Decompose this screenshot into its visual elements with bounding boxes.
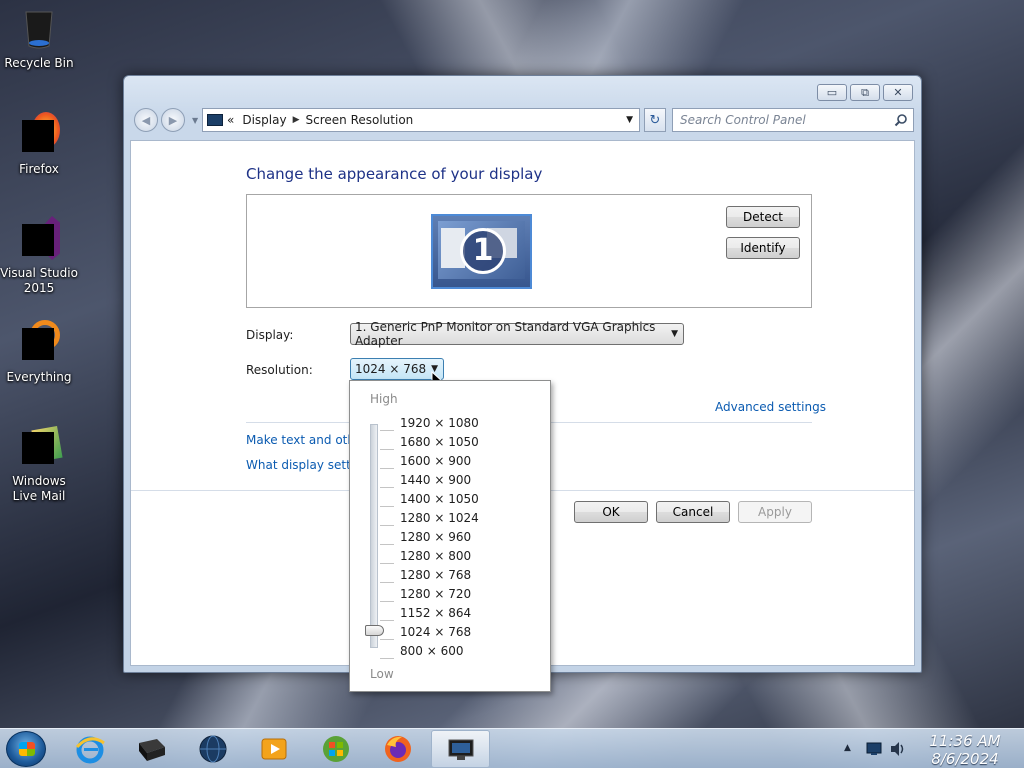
desktop-icon-windows-live-mail[interactable]: Windows Live Mail — [0, 424, 78, 504]
high-label: High — [370, 392, 398, 406]
firefox-icon[interactable] — [382, 733, 414, 765]
ok-button[interactable]: OK — [574, 501, 648, 523]
windows-logo-icon — [19, 742, 35, 756]
desktop-icon-label: Everything — [6, 370, 72, 384]
clock-time: 11:36 AM — [929, 732, 1001, 750]
recycle-bin-icon — [16, 6, 62, 52]
breadcrumb-overflow[interactable]: « — [227, 113, 234, 127]
resolution-dropdown[interactable]: High 1920 × 1080 1680 × 1050 1600 × 900 … — [349, 380, 551, 692]
visual-studio-icon — [16, 216, 62, 262]
resolution-select-value: 1024 × 768 — [355, 362, 427, 376]
navigation-bar: ◀ ▶ ▼ « Display ▶ Screen Resolution ▼ ↻ … — [132, 106, 914, 134]
desktop-icon-everything[interactable]: Everything — [0, 320, 78, 385]
close-button[interactable]: ✕ — [883, 84, 913, 101]
slider-tick — [380, 430, 394, 431]
desktop-icon-label: Windows Live Mail — [12, 474, 66, 503]
address-history-arrow[interactable]: ▼ — [626, 115, 633, 125]
display-settings-icon — [448, 739, 474, 760]
search-placeholder: Search Control Panel — [680, 113, 806, 127]
page-title: Change the appearance of your display — [246, 165, 543, 183]
terminal-icon[interactable] — [135, 733, 167, 765]
slider-tick — [380, 582, 394, 583]
desktop-icon-recycle-bin[interactable]: Recycle Bin — [0, 6, 78, 71]
slider-tick — [380, 449, 394, 450]
desktop-icon-label: Visual Studio 2015 — [0, 266, 78, 295]
firefox-icon — [16, 112, 62, 158]
minimize-button[interactable]: ▭ — [817, 84, 847, 101]
network-globe-icon[interactable] — [197, 733, 229, 765]
monitor-number-badge: 1 — [460, 228, 506, 274]
slider-tick — [380, 506, 394, 507]
recent-pages-dropdown[interactable]: ▼ — [192, 116, 198, 125]
desktop-icon-label: Firefox — [19, 162, 59, 176]
resolution-option[interactable]: 1280 × 800 — [400, 549, 471, 563]
desktop-icon-visual-studio[interactable]: Visual Studio 2015 — [0, 216, 78, 296]
action-center-icon[interactable] — [866, 742, 882, 756]
address-bar[interactable]: « Display ▶ Screen Resolution ▼ — [202, 108, 640, 132]
windows-update-icon[interactable] — [320, 733, 352, 765]
resolution-option[interactable]: 1680 × 1050 — [400, 435, 479, 449]
breadcrumb-separator[interactable]: ▶ — [293, 115, 300, 125]
detect-button[interactable]: Detect — [726, 206, 800, 228]
volume-icon[interactable] — [889, 741, 905, 757]
forward-button[interactable]: ▶ — [161, 108, 185, 132]
monitor-preview-area: 1 Detect Identify — [246, 194, 812, 308]
window-controls: ▭ ⧉ ✕ — [817, 84, 913, 101]
identify-button[interactable]: Identify — [726, 237, 800, 259]
display-select[interactable]: 1. Generic PnP Monitor on Standard VGA G… — [350, 320, 684, 348]
slider-tick — [380, 639, 394, 640]
advanced-settings-link[interactable]: Advanced settings — [715, 400, 826, 414]
resolution-option[interactable]: 1280 × 1024 — [400, 511, 479, 525]
show-hidden-icons-button[interactable]: ▲ — [844, 743, 851, 753]
everything-icon — [16, 320, 62, 366]
refresh-button[interactable]: ↻ — [644, 108, 666, 132]
resolution-option[interactable]: 1280 × 960 — [400, 530, 471, 544]
search-icon[interactable] — [894, 113, 908, 127]
resolution-option[interactable]: 1920 × 1080 — [400, 416, 479, 430]
taskbar-active-window[interactable] — [431, 730, 490, 768]
slider-tick — [380, 468, 394, 469]
chevron-down-icon: ▼ — [671, 329, 678, 339]
taskbar: ▲ 11:36 AM 8/6/2024 — [0, 728, 1024, 768]
resolution-option[interactable]: 1280 × 768 — [400, 568, 471, 582]
resolution-label: Resolution: — [246, 363, 313, 377]
start-button[interactable] — [6, 731, 46, 767]
low-label: Low — [370, 667, 394, 681]
apply-button[interactable]: Apply — [738, 501, 812, 523]
resolution-option[interactable]: 1152 × 864 — [400, 606, 471, 620]
resolution-slider-track[interactable] — [370, 424, 378, 648]
system-clock[interactable]: 11:36 AM 8/6/2024 — [920, 732, 1010, 768]
windows-live-mail-icon — [16, 424, 63, 470]
resolution-select[interactable]: 1024 × 768 ▼ — [350, 358, 444, 380]
monitor-1-tile[interactable]: 1 — [431, 214, 532, 289]
slider-tick — [380, 620, 394, 621]
display-control-panel-icon — [207, 114, 223, 126]
clock-date: 8/6/2024 — [931, 750, 999, 768]
media-player-icon[interactable] — [258, 733, 290, 765]
resolution-option-selected[interactable]: 1024 × 768 — [400, 625, 471, 639]
resolution-option[interactable]: 1400 × 1050 — [400, 492, 479, 506]
resolution-option[interactable]: 1600 × 900 — [400, 454, 471, 468]
slider-tick — [380, 563, 394, 564]
resolution-option[interactable]: 1280 × 720 — [400, 587, 471, 601]
desktop-icon-label: Recycle Bin — [4, 56, 74, 70]
resolution-slider-thumb[interactable] — [365, 625, 384, 636]
slider-tick — [380, 544, 394, 545]
slider-tick — [380, 658, 394, 659]
desktop-icon-firefox[interactable]: Firefox — [0, 112, 78, 177]
back-button[interactable]: ◀ — [134, 108, 158, 132]
slider-tick — [380, 525, 394, 526]
slider-tick — [380, 601, 394, 602]
internet-explorer-icon[interactable] — [74, 733, 106, 765]
cancel-button[interactable]: Cancel — [656, 501, 730, 523]
resolution-option[interactable]: 800 × 600 — [400, 644, 464, 658]
display-label: Display: — [246, 328, 294, 342]
breadcrumb-display[interactable]: Display — [242, 113, 286, 127]
search-input[interactable]: Search Control Panel — [672, 108, 914, 132]
maximize-button[interactable]: ⧉ — [850, 84, 880, 101]
breadcrumb-screen-resolution[interactable]: Screen Resolution — [306, 113, 414, 127]
slider-tick — [380, 487, 394, 488]
resolution-option[interactable]: 1440 × 900 — [400, 473, 471, 487]
display-select-value: 1. Generic PnP Monitor on Standard VGA G… — [355, 320, 656, 348]
